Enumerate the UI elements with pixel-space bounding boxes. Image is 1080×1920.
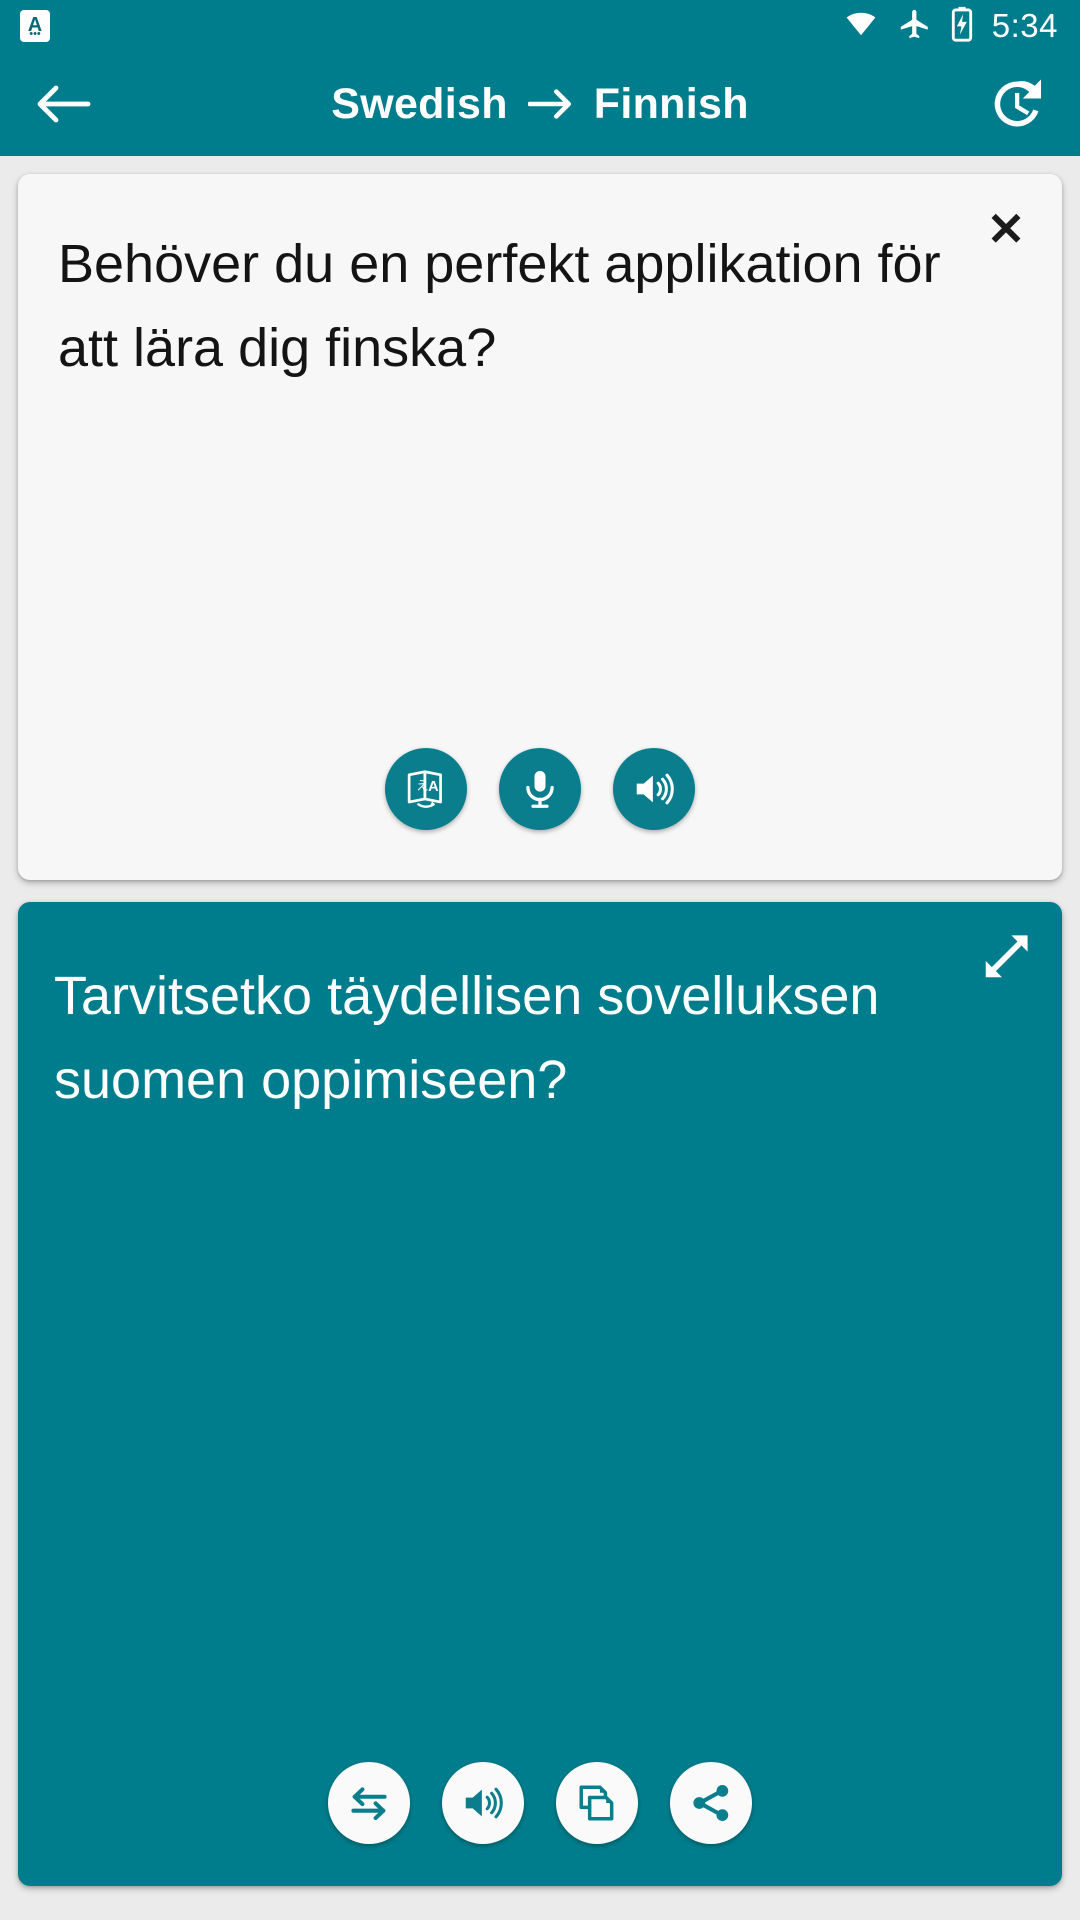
svg-text:え: え <box>416 779 428 793</box>
back-button[interactable] <box>26 66 102 142</box>
copy-button[interactable] <box>556 1762 638 1844</box>
speaker-icon <box>465 1787 503 1819</box>
status-bar-system-icons: 5:34 <box>842 6 1058 47</box>
app-notification-dots: ••• <box>29 28 41 40</box>
app-screen: A ••• 5:34 Swedish Finnish ✕ Behöver du … <box>0 0 1080 1920</box>
history-button[interactable] <box>978 66 1054 142</box>
expand-icon <box>985 935 1028 978</box>
back-arrow-icon <box>37 85 91 123</box>
listen-target-button[interactable] <box>442 1762 524 1844</box>
listen-source-button[interactable] <box>613 748 695 830</box>
target-language-label: Finnish <box>593 79 749 128</box>
history-icon <box>994 79 1041 127</box>
page-title: Swedish Finnish <box>0 52 1080 156</box>
source-text-card[interactable]: ✕ Behöver du en perfekt applikation för … <box>18 174 1062 880</box>
language-direction-arrow-icon <box>527 89 571 119</box>
translation-result-card[interactable]: Tarvitsetko täydellisen sovelluksen suom… <box>18 902 1062 1886</box>
source-action-row: え A <box>18 748 1062 880</box>
close-icon[interactable]: ✕ <box>950 174 1062 284</box>
airplane-mode-icon <box>898 7 932 46</box>
app-bar: Swedish Finnish <box>0 52 1080 156</box>
close-icon-glyph: ✕ <box>986 203 1026 255</box>
source-text[interactable]: Behöver du en perfekt applikation för at… <box>18 174 1062 748</box>
share-button[interactable] <box>670 1762 752 1844</box>
microphone-button[interactable] <box>499 748 581 830</box>
battery-charging-icon <box>950 6 974 47</box>
status-bar-notifications: A ••• <box>20 10 50 42</box>
translated-text[interactable]: Tarvitsetko täydellisen sovelluksen suom… <box>18 902 1062 1762</box>
translate-button[interactable]: え A <box>385 748 467 830</box>
wifi-icon <box>842 9 880 44</box>
microphone-icon <box>526 771 554 808</box>
svg-text:A: A <box>428 779 439 795</box>
translate-icon: え A <box>407 770 442 808</box>
speaker-icon <box>636 773 674 805</box>
expand-button[interactable] <box>950 902 1062 1012</box>
swap-arrows-icon <box>351 1787 387 1821</box>
translation-content: ✕ Behöver du en perfekt applikation för … <box>0 156 1080 1920</box>
app-notification-icon: A ••• <box>20 10 50 42</box>
share-icon <box>693 1785 729 1821</box>
swap-languages-button[interactable] <box>328 1762 410 1844</box>
status-bar: A ••• 5:34 <box>0 0 1080 52</box>
translation-action-row <box>18 1762 1062 1886</box>
source-language-label: Swedish <box>331 79 508 128</box>
copy-icon <box>579 1785 614 1821</box>
status-bar-clock: 5:34 <box>991 7 1058 44</box>
